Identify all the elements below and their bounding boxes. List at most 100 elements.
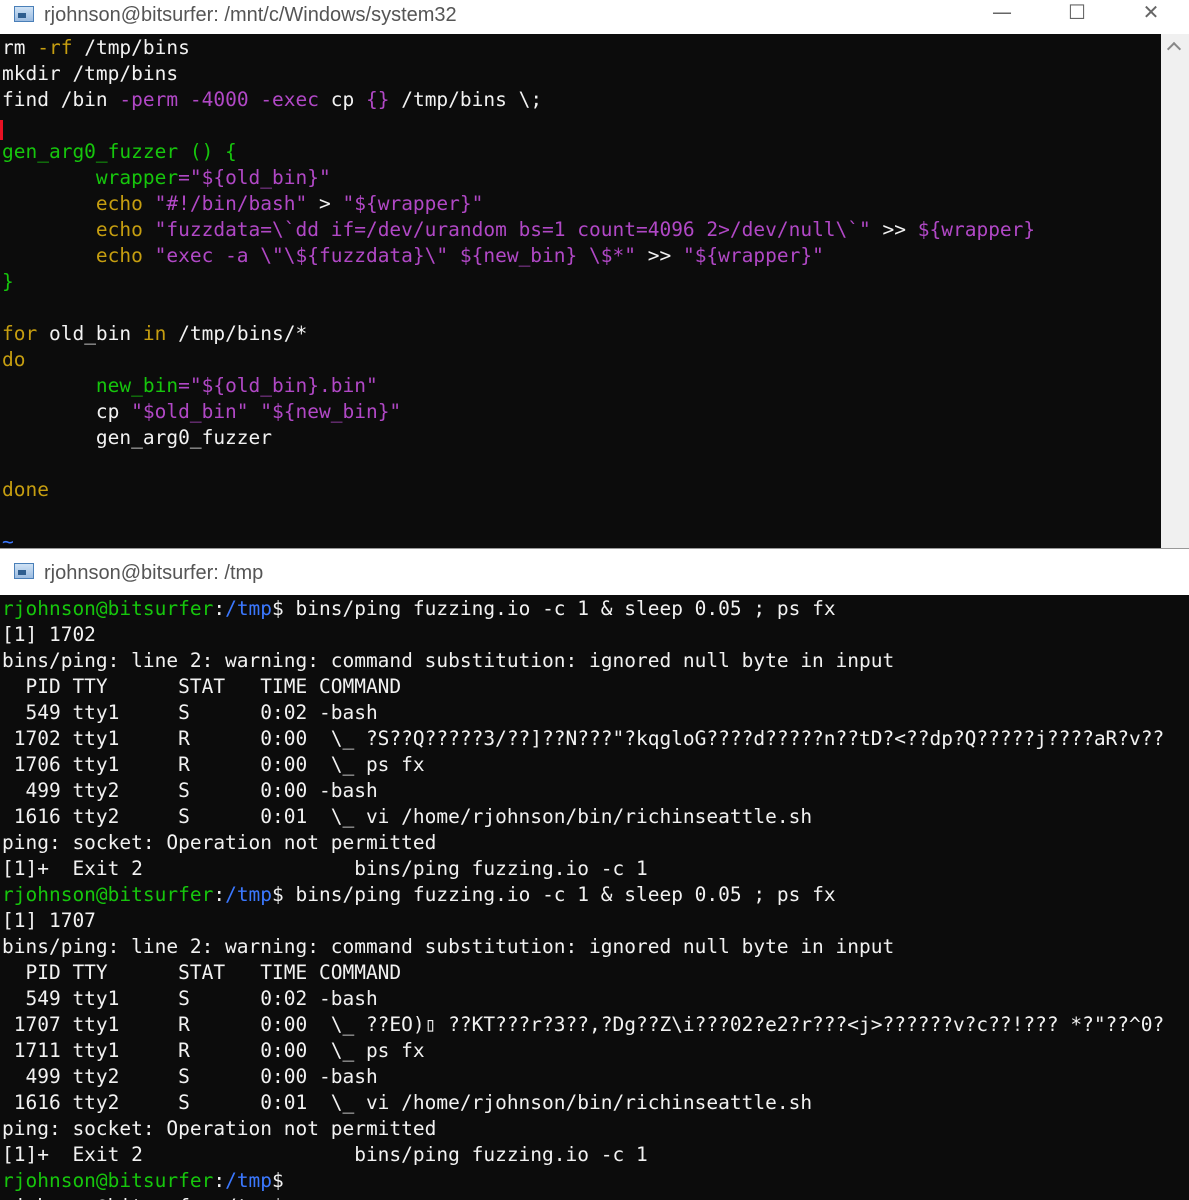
terminal-line: echo "exec -a \"\${fuzzdata}\" ${new_bin… <box>0 243 1161 269</box>
line-segment: echo <box>95 218 143 241</box>
line-segment: /tmp/bins/* <box>166 322 308 345</box>
terminal-line: 1707 tty1 R 0:00 \_ ??EO)▯ ??KT???r?3??,… <box>0 1012 1189 1038</box>
terminal-line: do <box>0 347 1161 373</box>
terminal-line: [1]+ Exit 2 bins/ping fuzzing.io -c 1 <box>0 856 1189 882</box>
line-segment: bins/ping: line 2: warning: command subs… <box>2 935 895 958</box>
line-segment: "exec -a \"\${fuzzdata}\" ${new_bin} \$*… <box>142 244 636 267</box>
minimize-icon[interactable]: — <box>965 0 1039 26</box>
line-segment <box>249 400 261 423</box>
top-scrollbar[interactable] <box>1161 34 1189 548</box>
terminal-line: cp "$old_bin" "${new_bin}" <box>0 399 1161 425</box>
maximize-icon[interactable]: ☐ <box>1040 0 1114 26</box>
terminal-line: 549 tty1 S 0:02 -bash <box>0 700 1189 726</box>
vim-editor-content[interactable]: rm -rf /tmp/bins mkdir /tmp/bins find /bin… <box>0 34 1161 548</box>
terminal-line: } <box>0 269 1161 295</box>
line-segment: $ bins/ping fuzzing.io -c 1 & sleep 0.05… <box>272 883 836 906</box>
line-segment: ~ <box>2 530 14 548</box>
line-segment: 499 tty2 S 0:00 -bash <box>2 1065 378 1088</box>
close-icon[interactable]: ✕ <box>1114 0 1188 26</box>
top-window-title: rjohnson@bitsurfer: /mnt/c/Windows/syste… <box>44 4 457 26</box>
terminal-line: [1] 1707 <box>0 908 1189 934</box>
terminal-line: echo "fuzzdata=\`dd if=/dev/urandom bs=1… <box>0 217 1161 243</box>
line-segment: [1]+ Exit 2 bins/ping fuzzing.io -c 1 <box>2 857 648 880</box>
line-segment: /tmp/bins \; <box>389 88 543 111</box>
line-segment: cp <box>319 88 366 111</box>
line-segment: "fuzzdata=\`dd if=/dev/urandom bs=1 coun… <box>142 218 871 241</box>
line-segment: find /bin <box>2 88 120 111</box>
terminal-line: gen_arg0_fuzzer <box>0 425 1161 451</box>
line-segment: > <box>319 192 331 215</box>
line-segment: $ <box>272 1169 284 1192</box>
terminal-line: ping: socket: Operation not permitted <box>0 830 1189 856</box>
scroll-up-icon[interactable] <box>1166 41 1182 57</box>
terminal-line: ping: socket: Operation not permitted <box>0 1116 1189 1142</box>
line-segment: cp <box>2 400 132 423</box>
line-segment: rjohnson@bitsurfer <box>2 1169 214 1192</box>
line-segment <box>2 244 96 267</box>
line-segment: -rf <box>37 36 73 59</box>
line-segment: [1] 1707 <box>2 909 96 932</box>
terminal-line: ~ <box>0 529 1161 548</box>
terminal-line: wrapper="${old_bin}" <box>0 165 1161 191</box>
line-segment: 549 tty1 S 0:02 -bash <box>2 987 378 1010</box>
line-segment: : <box>213 597 226 620</box>
line-segment: done <box>2 478 49 501</box>
bottom-terminal-window: rjohnson@bitsurfer: /tmp rjohnson@bitsur… <box>0 548 1189 1200</box>
line-segment: "${wrapper}" <box>682 244 824 267</box>
line-segment: 1707 tty1 R 0:00 \_ ??EO)▯ ??KT???r?3??,… <box>2 1013 1165 1036</box>
terminal-line: 499 tty2 S 0:00 -bash <box>0 1064 1189 1090</box>
line-segment: $ bins/ping fuzzing.io -c 1 & sleep 0.05… <box>272 597 836 620</box>
line-segment <box>2 374 96 397</box>
line-segment: mkdir /tmp/bins <box>2 62 179 85</box>
terminal-line: echo "#!/bin/bash" > "${wrapper}" <box>0 191 1161 217</box>
bottom-title-bar[interactable]: rjohnson@bitsurfer: /tmp <box>0 549 1189 595</box>
line-segment: >> <box>635 244 683 267</box>
terminal-line: rjohnson@bitsurfer:/tmp$ bins/ping fuzzi… <box>0 596 1189 622</box>
terminal-line: mkdir /tmp/bins <box>0 61 1161 87</box>
shell-output-content[interactable]: rjohnson@bitsurfer:/tmp$ bins/ping fuzzi… <box>0 595 1189 1200</box>
line-segment: rm <box>2 36 38 59</box>
terminal-app-icon <box>14 563 34 579</box>
top-terminal-window: rjohnson@bitsurfer: /mnt/c/Windows/syste… <box>0 0 1189 548</box>
terminal-line: 1616 tty2 S 0:01 \_ vi /home/rjohnson/bi… <box>0 804 1189 830</box>
line-segment: ="${old_bin}.bin" <box>178 374 378 397</box>
line-segment: ping: socket: Operation not permitted <box>2 831 437 854</box>
terminal-line: 499 tty2 S 0:00 -bash <box>0 778 1189 804</box>
line-segment: : <box>213 1169 226 1192</box>
line-segment: echo <box>95 244 143 267</box>
line-segment: rjohnson@bitsurfer <box>2 597 214 620</box>
terminal-line: done <box>0 477 1161 503</box>
terminal-app-icon <box>14 6 34 22</box>
top-title-bar[interactable]: rjohnson@bitsurfer: /mnt/c/Windows/syste… <box>0 0 1189 34</box>
line-segment: new_bin <box>95 374 179 397</box>
terminal-line: bins/ping: line 2: warning: command subs… <box>0 648 1189 674</box>
line-segment: >> <box>870 218 918 241</box>
line-segment: ="${old_bin}" <box>178 166 331 189</box>
line-segment <box>178 88 190 111</box>
line-segment: "${wrapper}" <box>330 192 484 215</box>
terminal-line: 1706 tty1 R 0:00 \_ ps fx <box>0 752 1189 778</box>
line-segment: 1711 tty1 R 0:00 \_ ps fx <box>2 1039 425 1062</box>
bottom-window-title: rjohnson@bitsurfer: /tmp <box>44 562 264 584</box>
terminal-line: rjohnson@bitsurfer:/tmp$ <box>0 1194 1189 1200</box>
line-segment: for <box>2 322 38 345</box>
line-segment: "$old_bin" <box>131 400 249 423</box>
terminal-line: [1] 1702 <box>0 622 1189 648</box>
line-segment: bins/ping: line 2: warning: command subs… <box>2 649 895 672</box>
line-segment: /tmp <box>225 883 273 906</box>
line-segment: echo <box>95 192 143 215</box>
line-segment: PID TTY STAT TIME COMMAND <box>2 675 402 698</box>
line-segment <box>249 88 261 111</box>
line-segment: -exec <box>260 88 320 111</box>
line-segment: ${wrapper} <box>917 218 1036 241</box>
terminal-line: 1616 tty2 S 0:01 \_ vi /home/rjohnson/bi… <box>0 1090 1189 1116</box>
terminal-line: 1702 tty1 R 0:00 \_ ?S??Q?????3/??]??N??… <box>0 726 1189 752</box>
line-segment: 1616 tty2 S 0:01 \_ vi /home/rjohnson/bi… <box>2 805 813 828</box>
line-segment: rjohnson@bitsurfer:/tmp$ <box>2 1195 284 1200</box>
line-segment: 549 tty1 S 0:02 -bash <box>2 701 378 724</box>
line-segment: [1]+ Exit 2 bins/ping fuzzing.io -c 1 <box>2 1143 648 1166</box>
line-segment: do <box>2 348 26 371</box>
line-segment: gen_arg0_fuzzer <box>2 426 273 449</box>
